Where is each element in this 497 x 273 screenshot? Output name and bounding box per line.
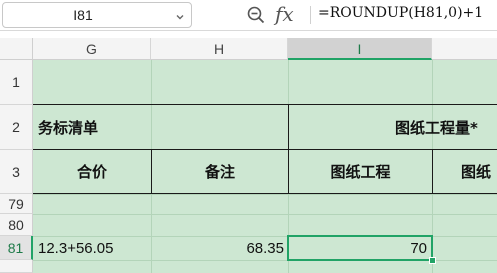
formula-input[interactable]: =ROUNDUP(H81,0)+1	[318, 5, 483, 21]
table-border-vertical	[432, 149, 433, 194]
column-header-i[interactable]: I	[288, 38, 432, 60]
gridline	[33, 194, 497, 195]
row-header-82[interactable]	[0, 260, 33, 273]
cell-j3[interactable]: 图纸	[461, 150, 491, 193]
row-header-80[interactable]: 80	[0, 214, 33, 236]
chevron-down-icon[interactable]	[175, 9, 185, 27]
zoom-icon[interactable]	[246, 5, 266, 30]
cell-i3[interactable]: 图纸工程	[289, 150, 432, 193]
row-header-3[interactable]: 3	[0, 150, 33, 194]
cell-grid[interactable]: 务标清单 图纸工程量* 合价 备注 图纸工程 图纸 12.3+56.05 68.…	[33, 60, 497, 273]
row-header-81[interactable]: 81	[0, 236, 33, 260]
fill-handle[interactable]	[429, 257, 436, 264]
table-border-bottom	[33, 193, 497, 194]
active-cell-selection	[287, 235, 433, 261]
name-box[interactable]: I81	[2, 2, 192, 28]
cell-g3[interactable]: 合价	[33, 150, 151, 193]
formula-bar: I81 fx =ROUNDUP(H81,0)+1	[0, 0, 497, 31]
name-box-value: I81	[73, 7, 93, 23]
cell-h81[interactable]: 68.35	[152, 237, 284, 260]
cell-g81[interactable]: 12.3+56.05	[38, 237, 114, 260]
column-header-g[interactable]: G	[33, 38, 151, 60]
gridline	[33, 214, 497, 215]
formula-divider	[310, 6, 311, 24]
fx-icon[interactable]: fx	[275, 2, 294, 26]
row-header-79[interactable]: 79	[0, 194, 33, 214]
cell-h3[interactable]: 备注	[152, 150, 288, 193]
cell-i2[interactable]: 图纸工程量*	[395, 105, 478, 149]
cell-g2[interactable]: 务标清单	[38, 105, 98, 149]
select-all-corner[interactable]	[0, 38, 33, 60]
row-header-1[interactable]: 1	[0, 60, 33, 105]
column-header-h[interactable]: H	[151, 38, 288, 60]
row-header-2[interactable]: 2	[0, 105, 33, 150]
column-header-j[interactable]	[432, 38, 497, 60]
